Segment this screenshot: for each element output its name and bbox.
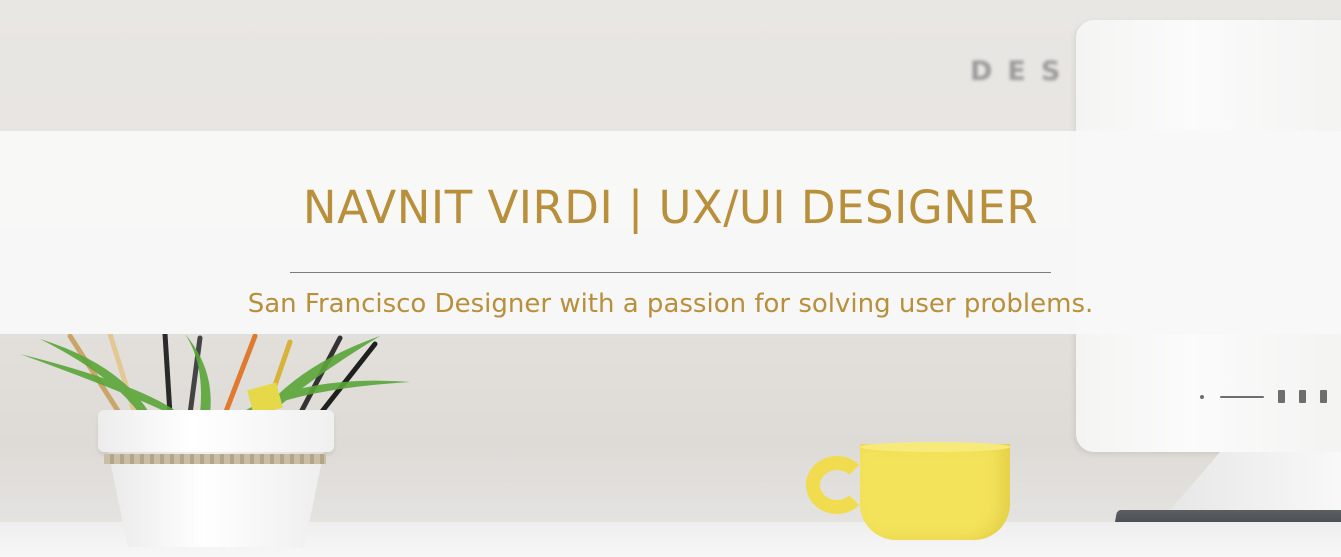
cup-handle [806, 456, 868, 514]
page-title: NAVNIT VIRDI | UX/UI DESIGNER [302, 181, 1039, 234]
usb-port-icon [1278, 390, 1285, 403]
title-divider [290, 272, 1051, 274]
coffee-cup-rim [860, 442, 1010, 452]
power-led-icon [1200, 395, 1204, 399]
hero-banner: DES NAVNIT VIRDI | UX/UI DESIGNER San Fr… [0, 0, 1341, 557]
card-slot-icon [1220, 396, 1264, 398]
title-band: NAVNIT VIRDI | UX/UI DESIGNER San Franci… [0, 131, 1341, 334]
wall-text: DES [970, 56, 1076, 87]
coffee-cup [860, 444, 1010, 540]
usb-port-icon [1299, 390, 1306, 403]
usb-port-icon [1320, 390, 1327, 403]
monitor-ports [1198, 384, 1341, 408]
page-subtitle: San Francisco Designer with a passion fo… [247, 289, 1094, 320]
pot-twine [104, 454, 326, 464]
plant-leaves-and-pencils [20, 334, 410, 414]
plant-pot-rim [98, 410, 334, 452]
